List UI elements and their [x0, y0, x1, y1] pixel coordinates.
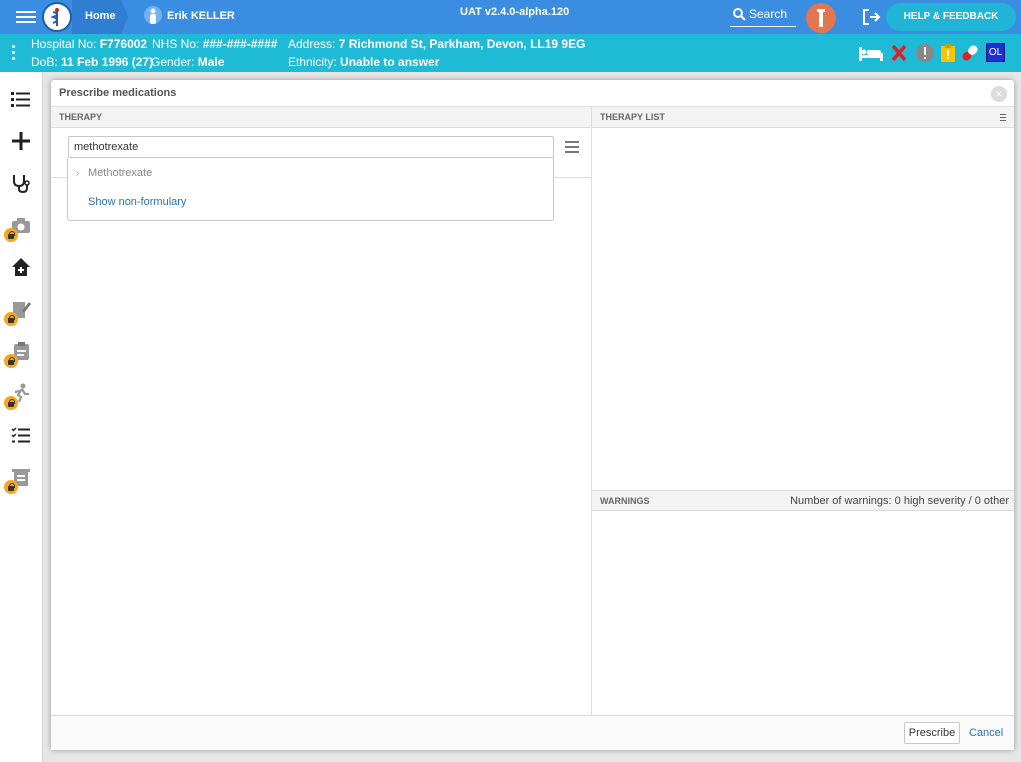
breadcrumb-patient-name[interactable]: Erik KELLER: [167, 10, 235, 22]
nav-tasks[interactable]: [0, 414, 43, 456]
search-icon: [733, 8, 746, 21]
show-non-formulary-link[interactable]: Show non-formulary: [88, 196, 186, 208]
lock-icon: [4, 312, 18, 326]
therapy-list-menu-icon[interactable]: [1000, 114, 1006, 123]
nav-clinical[interactable]: [0, 162, 43, 204]
prescribe-medications-dialog: Prescribe medications × THERAPY THERAPY …: [51, 80, 1014, 750]
therapy-panel-header: THERAPY: [51, 107, 591, 128]
logout-icon[interactable]: [862, 8, 882, 26]
gender: Gender: Male: [151, 55, 225, 69]
lock-icon: [4, 396, 18, 410]
lock-icon: [4, 354, 18, 368]
warnings-panel-header: WARNINGS Number of warnings: 0 high seve…: [592, 490, 1014, 511]
nav-discharge[interactable]: [0, 372, 43, 414]
date-of-birth: DoB: 11 Feb 1996 (27): [31, 55, 154, 69]
lock-icon: [4, 228, 18, 242]
dialog-footer: Prescribe Cancel: [51, 716, 1014, 750]
bed-icon[interactable]: [858, 43, 884, 63]
lock-icon: [4, 480, 18, 494]
plus-icon: [12, 132, 30, 150]
user-avatar[interactable]: [806, 3, 836, 33]
search-options-menu-icon[interactable]: [565, 141, 579, 156]
warnings-count: Number of warnings: 0 high severity / 0 …: [790, 495, 1009, 507]
stethoscope-icon: [13, 175, 30, 193]
help-feedback-button[interactable]: HELP & FEEDBACK: [886, 3, 1016, 31]
home-plus-icon: [12, 258, 30, 276]
warning-circle-icon[interactable]: [915, 43, 935, 63]
nhs-no: NHS No: ###-###-####: [152, 37, 278, 51]
chevron-right-icon[interactable]: ›: [76, 168, 79, 179]
alert-x-icon[interactable]: [891, 43, 907, 63]
hospital-no: Hospital No: F776002: [31, 37, 148, 51]
list-icon: [11, 92, 30, 107]
ol-badge[interactable]: OL: [986, 43, 1005, 62]
address: Address: 7 Richmond St, Parkham, Devon, …: [288, 37, 586, 51]
search-button[interactable]: Search: [730, 5, 796, 27]
close-icon[interactable]: ×: [991, 86, 1007, 102]
prescribe-button[interactable]: Prescribe: [904, 722, 960, 744]
clipboard-alert-icon[interactable]: [940, 43, 956, 63]
search-result-item[interactable]: Methotrexate: [88, 167, 152, 179]
patient-banner: Hospital No: F776002 NHS No: ###-###-###…: [0, 34, 1021, 72]
medication-search-input[interactable]: [68, 136, 554, 158]
nav-media[interactable]: [0, 204, 43, 246]
left-navigation: [0, 72, 43, 762]
dialog-title: Prescribe medications: [59, 87, 177, 99]
nav-list[interactable]: [0, 78, 43, 120]
nav-notes[interactable]: [0, 288, 43, 330]
ethnicity: Ethnicity: Unable to answer: [288, 55, 440, 69]
patient-icon: [144, 6, 162, 24]
environment-label: UAT v2.4.0-alpha.120: [460, 6, 570, 18]
search-results-dropdown: › Methotrexate Show non-formulary: [67, 158, 554, 221]
pill-icon[interactable]: [960, 43, 980, 63]
nav-archive[interactable]: [0, 456, 43, 498]
panel-divider: [591, 107, 592, 716]
top-bar: Home Erik KELLER UAT v2.4.0-alpha.120 Se…: [0, 0, 1021, 34]
app-logo: [42, 2, 72, 32]
nav-admission[interactable]: [0, 246, 43, 288]
nav-add[interactable]: [0, 120, 43, 162]
hamburger-menu-icon[interactable]: [16, 8, 36, 26]
therapy-list-panel-header: THERAPY LIST: [592, 107, 1014, 128]
search-label: Search: [749, 7, 788, 21]
breadcrumb-home-label[interactable]: Home: [85, 10, 116, 22]
nav-forms[interactable]: [0, 330, 43, 372]
cancel-button[interactable]: Cancel: [969, 727, 1003, 739]
banner-menu-icon[interactable]: [12, 45, 16, 63]
checklist-icon: [11, 427, 30, 443]
